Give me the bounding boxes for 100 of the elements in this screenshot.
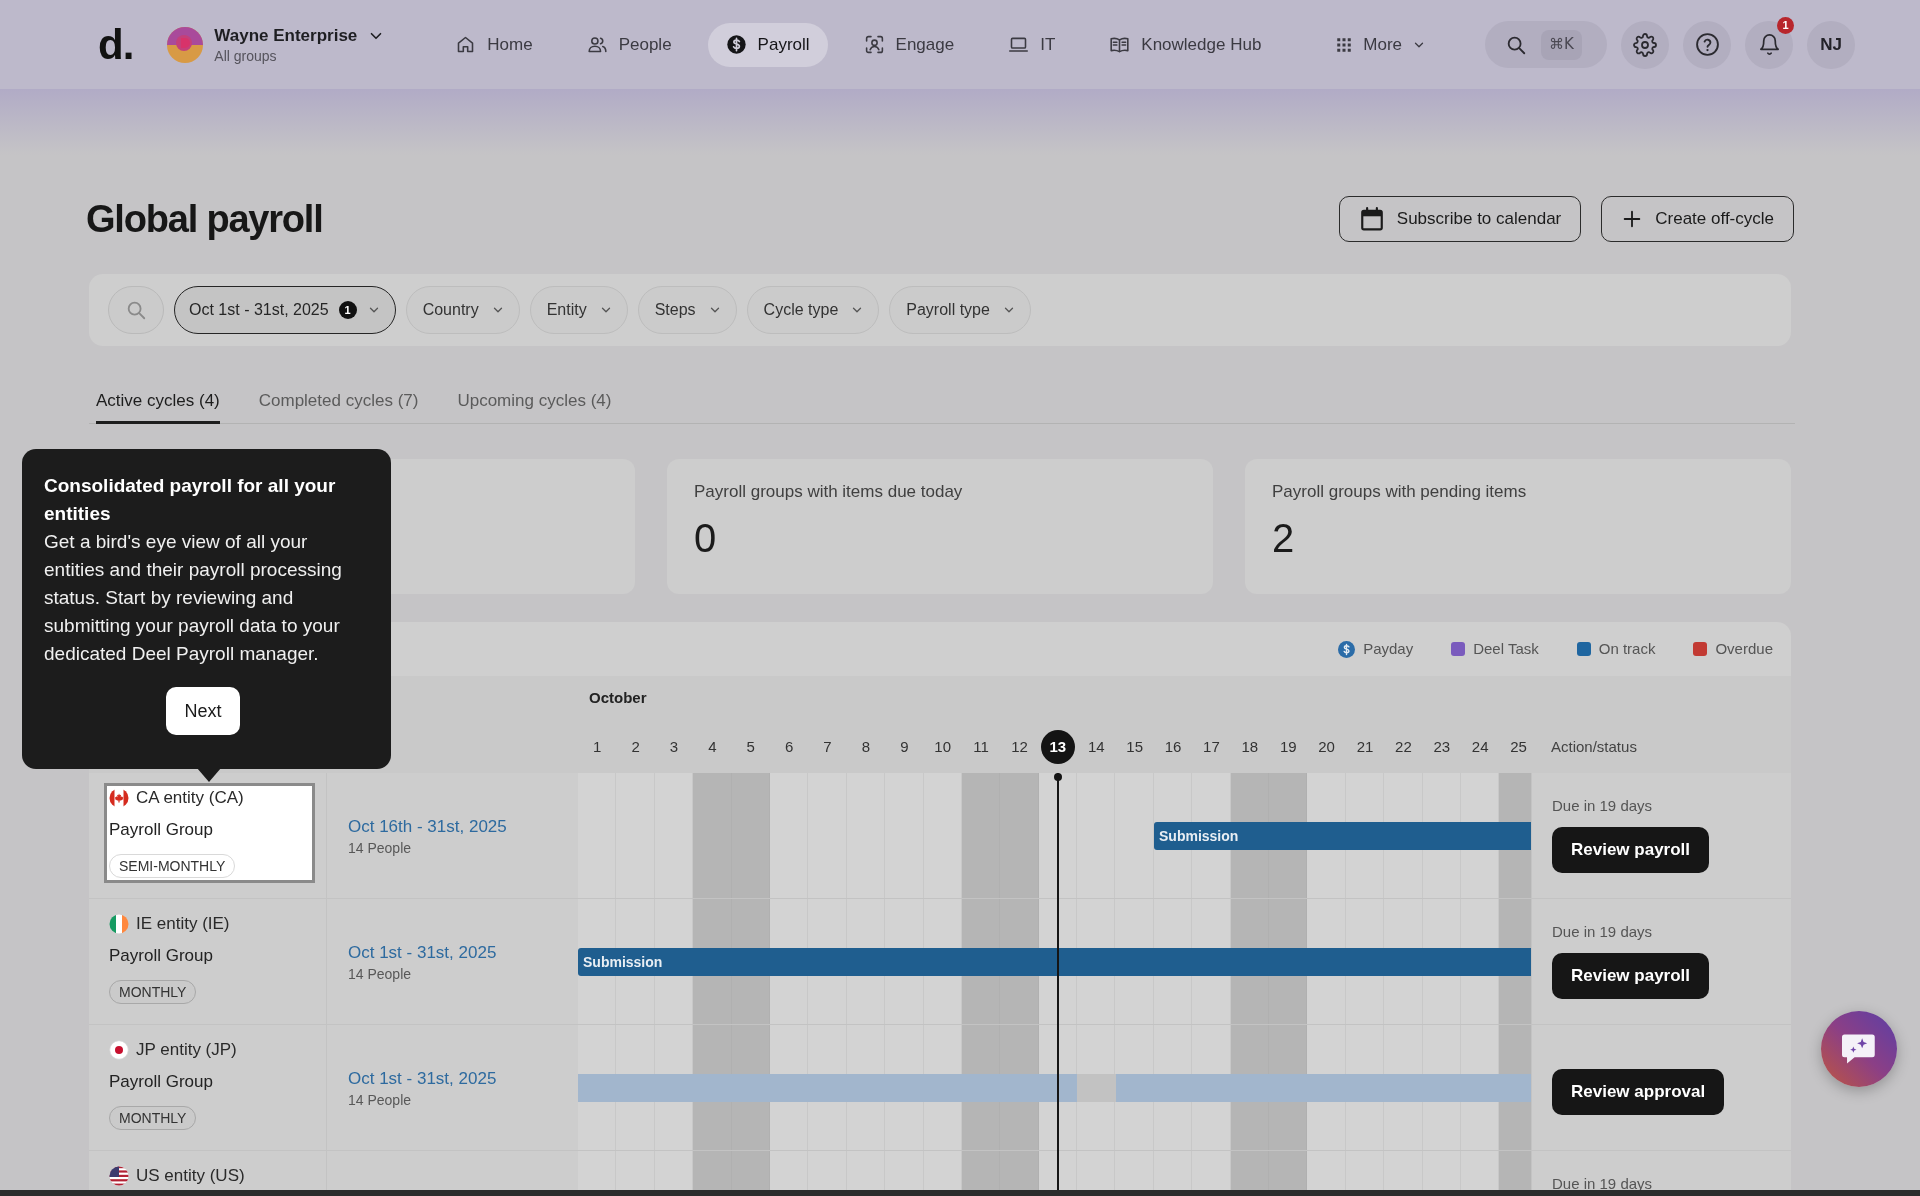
day-label: 3 <box>669 736 679 757</box>
filter-chip[interactable]: Country <box>405 286 520 334</box>
filter-count-badge: 1 <box>338 301 357 319</box>
review-button[interactable]: Review payroll <box>1552 953 1710 999</box>
day-label: 19 <box>1279 736 1297 757</box>
period-link[interactable]: Oct 16th - 31st, 2025 <box>348 814 507 839</box>
filter-chip[interactable]: Entity <box>529 286 628 334</box>
card-value: 0 <box>694 516 718 560</box>
frequency-badge: MONTHLY <box>109 1106 197 1130</box>
usa-flag-icon <box>109 1166 129 1186</box>
day-label: 23 <box>1433 736 1451 757</box>
person-frame-icon <box>863 34 885 55</box>
day-label: 12 <box>1011 736 1028 757</box>
nav-item[interactable]: People <box>568 22 690 67</box>
filter-chip[interactable]: Payroll type <box>889 286 1031 334</box>
filter-chip[interactable]: Oct 1st - 31st, 2025 1 <box>174 286 396 334</box>
dollar-icon <box>725 34 747 55</box>
shortcut-hint: ⌘K <box>1541 29 1582 60</box>
filter-chip[interactable]: Steps <box>637 286 737 334</box>
notifications-button[interactable]: 1 <box>1745 20 1793 69</box>
legend-label: On track <box>1598 639 1656 659</box>
due-label: Due in 19 days <box>1552 1174 1653 1194</box>
org-subtitle: All groups <box>214 46 278 65</box>
frequency-badge: SEMI-MONTHLY <box>109 854 236 878</box>
tab[interactable]: Completed cycles (7) <box>258 389 419 424</box>
help-button[interactable] <box>1683 20 1731 69</box>
people-count: 14 People <box>348 1090 413 1109</box>
task-bar: Submission <box>1154 822 1531 850</box>
period-link[interactable]: Oct 1st - 31st, 2025 <box>348 1066 497 1091</box>
day-label: 9 <box>900 736 909 757</box>
entity-name: JP entity (JP) <box>136 1039 237 1061</box>
frequency-badge: MONTHLY <box>109 980 197 1004</box>
people-count: 14 People <box>348 964 413 983</box>
subscribe-button[interactable]: Subscribe to calendar <box>1338 196 1582 242</box>
nav-item[interactable]: IT <box>990 22 1074 67</box>
day-label: 20 <box>1318 736 1335 757</box>
day-label: 2 <box>631 736 640 757</box>
help-icon <box>1694 32 1720 57</box>
column-header: Action/status <box>1551 737 1638 757</box>
tab[interactable]: Upcoming cycles (4) <box>457 389 612 424</box>
day-label: 15 <box>1126 736 1143 757</box>
filter-chip[interactable]: Cycle type <box>746 286 880 334</box>
legend-label: Payday <box>1363 639 1414 659</box>
day-label: 1 <box>593 736 602 757</box>
logo[interactable]: d. <box>98 23 134 66</box>
card-label: Payroll groups with items due today <box>694 481 964 503</box>
day-label: 18 <box>1241 736 1259 757</box>
legend-label: Deel Task <box>1473 639 1539 659</box>
japan-flag-icon <box>109 1040 129 1060</box>
more-menu[interactable]: More <box>1317 22 1445 67</box>
day-label: 22 <box>1395 736 1412 757</box>
settings-button[interactable] <box>1621 20 1669 69</box>
day-label: 7 <box>823 736 832 757</box>
next-button[interactable]: Next <box>166 687 240 735</box>
user-avatar[interactable]: NJ <box>1807 20 1855 69</box>
nav-item[interactable]: Knowledge Hub <box>1091 22 1280 67</box>
ireland-flag-icon <box>109 914 129 934</box>
day-label: 16 <box>1164 736 1182 757</box>
notification-badge: 1 <box>1777 16 1794 34</box>
search-button[interactable]: ⌘K <box>1485 21 1607 68</box>
nav-item[interactable]: Engage <box>845 22 973 67</box>
chat-sparkle-icon <box>1842 1033 1876 1065</box>
day-label: 25 <box>1510 736 1527 757</box>
bell-icon <box>1757 33 1781 56</box>
day-label: 11 <box>973 736 989 757</box>
due-label: Due in 19 days <box>1552 922 1653 942</box>
org-logo-icon <box>167 26 204 63</box>
day-label: 4 <box>708 736 717 757</box>
people-count: 14 People <box>348 838 413 857</box>
nav-item[interactable]: Home <box>437 22 551 67</box>
canada-flag-icon <box>109 788 129 808</box>
card-value: 2 <box>1272 516 1296 560</box>
grid-icon <box>1335 35 1354 54</box>
people-icon <box>586 34 608 55</box>
card-label: Payroll groups with pending items <box>1272 481 1528 503</box>
entity-name: CA entity (CA) <box>136 787 244 809</box>
day-label: 8 <box>861 736 871 757</box>
due-label: Due in 19 days <box>1552 796 1653 816</box>
review-button[interactable]: Review payroll <box>1552 827 1710 873</box>
tooltip-text: Get a bird's eye view of all your entities and their payroll processing status. Start by reviewing and submitting your payroll data to your dedicated Deel Payroll manager. <box>44 530 343 666</box>
entity-name: US entity (US) <box>136 1165 245 1187</box>
task-bar: Submission <box>578 948 1531 976</box>
page-title: Global payroll <box>86 197 323 242</box>
create-button[interactable]: Create off-cycle <box>1601 196 1794 242</box>
group-label: Payroll Group <box>109 1071 214 1093</box>
entity-name: IE entity (IE) <box>136 913 230 935</box>
day-label: 21 <box>1356 736 1374 757</box>
day-label: 10 <box>934 736 952 757</box>
period-link[interactable]: Oct 1st - 31st, 2025 <box>348 940 497 965</box>
org-name[interactable]: Wayne Enterprise <box>214 24 358 47</box>
day-label: 17 <box>1203 736 1220 757</box>
calendar-icon <box>1358 206 1385 232</box>
legend-label: Overdue <box>1715 639 1773 659</box>
day-label: 6 <box>784 736 794 757</box>
review-button[interactable]: Review approval <box>1552 1069 1725 1115</box>
today-date: 13 <box>1040 730 1075 764</box>
day-label: 5 <box>746 736 755 757</box>
nav-item[interactable]: Payroll <box>707 22 828 67</box>
day-label: 14 <box>1087 736 1105 757</box>
tab[interactable]: Active cycles (4) <box>96 389 220 424</box>
